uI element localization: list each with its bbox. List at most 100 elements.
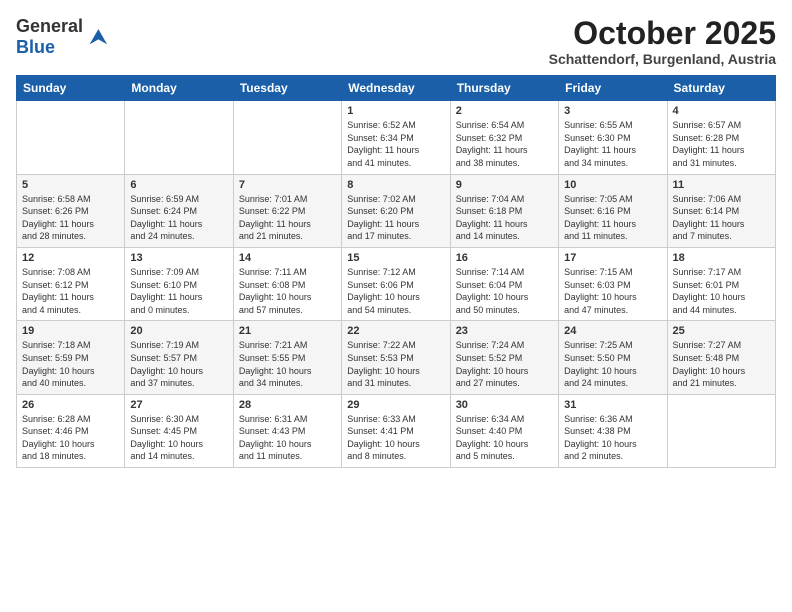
day-number: 8 <box>347 179 444 191</box>
day-info: Sunrise: 7:17 AM Sunset: 6:01 PM Dayligh… <box>673 266 770 316</box>
day-info: Sunrise: 7:27 AM Sunset: 5:48 PM Dayligh… <box>673 339 770 389</box>
title-area: October 2025 Schattendorf, Burgenland, A… <box>549 16 776 67</box>
day-number: 28 <box>239 399 336 411</box>
day-info: Sunrise: 6:36 AM Sunset: 4:38 PM Dayligh… <box>564 413 661 463</box>
calendar-cell: 19 Sunrise: 7:18 AM Sunset: 5:59 PM Dayli… <box>17 321 125 394</box>
calendar-cell: 14 Sunrise: 7:11 AM Sunset: 6:08 PM Dayli… <box>233 247 341 320</box>
calendar-cell: 11Sunrise: 7:06 AM Sunset: 6:14 PM Dayli… <box>667 174 775 247</box>
day-info: Sunrise: 7:18 AM Sunset: 5:59 PM Dayligh… <box>22 339 119 389</box>
day-info: Sunrise: 7:01 AM Sunset: 6:22 PM Dayligh… <box>239 193 336 243</box>
calendar-cell: 9Sunrise: 7:04 AM Sunset: 6:18 PM Daylig… <box>450 174 558 247</box>
calendar-cell: 4 Sunrise: 6:57 AM Sunset: 6:28 PM Daylig… <box>667 101 775 174</box>
calendar-cell: 29 Sunrise: 6:33 AM Sunset: 4:41 PM Dayli… <box>342 394 450 467</box>
calendar-cell: 27 Sunrise: 6:30 AM Sunset: 4:45 PM Dayli… <box>125 394 233 467</box>
day-number: 17 <box>564 252 661 264</box>
day-info: Sunrise: 6:58 AM Sunset: 6:26 PM Dayligh… <box>22 193 119 243</box>
day-info: Sunrise: 7:15 AM Sunset: 6:03 PM Dayligh… <box>564 266 661 316</box>
day-info: Sunrise: 7:24 AM Sunset: 5:52 PM Dayligh… <box>456 339 553 389</box>
calendar-cell: 23 Sunrise: 7:24 AM Sunset: 5:52 PM Dayli… <box>450 321 558 394</box>
logo: General Blue ⮝ <box>16 16 108 58</box>
weekday-header-friday: Friday <box>559 76 667 101</box>
day-info: Sunrise: 7:11 AM Sunset: 6:08 PM Dayligh… <box>239 266 336 316</box>
day-info: Sunrise: 7:22 AM Sunset: 5:53 PM Dayligh… <box>347 339 444 389</box>
calendar-cell <box>667 394 775 467</box>
weekday-header-wednesday: Wednesday <box>342 76 450 101</box>
day-info: Sunrise: 7:08 AM Sunset: 6:12 PM Dayligh… <box>22 266 119 316</box>
calendar-cell: 8 Sunrise: 7:02 AM Sunset: 6:20 PM Daylig… <box>342 174 450 247</box>
calendar-cell: 6 Sunrise: 6:59 AM Sunset: 6:24 PM Daylig… <box>125 174 233 247</box>
day-number: 13 <box>130 252 227 264</box>
weekday-header-tuesday: Tuesday <box>233 76 341 101</box>
calendar-cell: 25 Sunrise: 7:27 AM Sunset: 5:48 PM Dayli… <box>667 321 775 394</box>
logo-blue: Blue <box>16 37 55 57</box>
logo-bird-icon: ⮝ <box>89 24 108 50</box>
day-info: Sunrise: 7:04 AM Sunset: 6:18 PM Dayligh… <box>456 193 553 243</box>
day-number: 12 <box>22 252 119 264</box>
calendar-cell: 7 Sunrise: 7:01 AM Sunset: 6:22 PM Daylig… <box>233 174 341 247</box>
week-row-5: 26Sunrise: 6:28 AM Sunset: 4:46 PM Dayli… <box>17 394 776 467</box>
calendar-cell <box>233 101 341 174</box>
day-info: Sunrise: 7:19 AM Sunset: 5:57 PM Dayligh… <box>130 339 227 389</box>
calendar-cell: 15Sunrise: 7:12 AM Sunset: 6:06 PM Dayli… <box>342 247 450 320</box>
day-number: 16 <box>456 252 553 264</box>
location-title: Schattendorf, Burgenland, Austria <box>549 51 776 67</box>
day-number: 2 <box>456 105 553 117</box>
calendar-cell: 26Sunrise: 6:28 AM Sunset: 4:46 PM Dayli… <box>17 394 125 467</box>
day-number: 21 <box>239 325 336 337</box>
day-number: 7 <box>239 179 336 191</box>
day-info: Sunrise: 6:31 AM Sunset: 4:43 PM Dayligh… <box>239 413 336 463</box>
day-info: Sunrise: 7:21 AM Sunset: 5:55 PM Dayligh… <box>239 339 336 389</box>
day-number: 1 <box>347 105 444 117</box>
calendar-table: SundayMondayTuesdayWednesdayThursdayFrid… <box>16 75 776 468</box>
day-number: 4 <box>673 105 770 117</box>
logo-general: General <box>16 16 83 36</box>
calendar-cell: 30 Sunrise: 6:34 AM Sunset: 4:40 PM Dayli… <box>450 394 558 467</box>
day-number: 5 <box>22 179 119 191</box>
week-row-3: 12 Sunrise: 7:08 AM Sunset: 6:12 PM Dayli… <box>17 247 776 320</box>
calendar-cell: 16 Sunrise: 7:14 AM Sunset: 6:04 PM Dayli… <box>450 247 558 320</box>
day-info: Sunrise: 6:57 AM Sunset: 6:28 PM Dayligh… <box>673 119 770 169</box>
weekday-header-monday: Monday <box>125 76 233 101</box>
weekday-header-sunday: Sunday <box>17 76 125 101</box>
day-info: Sunrise: 7:05 AM Sunset: 6:16 PM Dayligh… <box>564 193 661 243</box>
day-number: 29 <box>347 399 444 411</box>
day-number: 6 <box>130 179 227 191</box>
day-info: Sunrise: 6:30 AM Sunset: 4:45 PM Dayligh… <box>130 413 227 463</box>
day-number: 30 <box>456 399 553 411</box>
day-number: 25 <box>673 325 770 337</box>
calendar-cell: 3 Sunrise: 6:55 AM Sunset: 6:30 PM Daylig… <box>559 101 667 174</box>
calendar-cell: 21 Sunrise: 7:21 AM Sunset: 5:55 PM Dayli… <box>233 321 341 394</box>
page-header: General Blue ⮝ October 2025 Schattendorf… <box>16 16 776 67</box>
day-info: Sunrise: 7:14 AM Sunset: 6:04 PM Dayligh… <box>456 266 553 316</box>
day-number: 23 <box>456 325 553 337</box>
calendar-cell: 24Sunrise: 7:25 AM Sunset: 5:50 PM Dayli… <box>559 321 667 394</box>
day-info: Sunrise: 6:33 AM Sunset: 4:41 PM Dayligh… <box>347 413 444 463</box>
calendar-cell: 13 Sunrise: 7:09 AM Sunset: 6:10 PM Dayli… <box>125 247 233 320</box>
calendar-cell: 1Sunrise: 6:52 AM Sunset: 6:34 PM Daylig… <box>342 101 450 174</box>
day-info: Sunrise: 7:09 AM Sunset: 6:10 PM Dayligh… <box>130 266 227 316</box>
weekday-header-thursday: Thursday <box>450 76 558 101</box>
week-row-4: 19 Sunrise: 7:18 AM Sunset: 5:59 PM Dayli… <box>17 321 776 394</box>
day-number: 24 <box>564 325 661 337</box>
day-number: 19 <box>22 325 119 337</box>
day-number: 27 <box>130 399 227 411</box>
day-number: 11 <box>673 179 770 191</box>
calendar-cell: 31Sunrise: 6:36 AM Sunset: 4:38 PM Dayli… <box>559 394 667 467</box>
calendar-cell: 2Sunrise: 6:54 AM Sunset: 6:32 PM Daylig… <box>450 101 558 174</box>
day-number: 14 <box>239 252 336 264</box>
weekday-header-row: SundayMondayTuesdayWednesdayThursdayFrid… <box>17 76 776 101</box>
day-number: 3 <box>564 105 661 117</box>
calendar-cell: 22Sunrise: 7:22 AM Sunset: 5:53 PM Dayli… <box>342 321 450 394</box>
day-number: 10 <box>564 179 661 191</box>
day-info: Sunrise: 6:55 AM Sunset: 6:30 PM Dayligh… <box>564 119 661 169</box>
month-title: October 2025 <box>549 16 776 51</box>
calendar-cell: 12 Sunrise: 7:08 AM Sunset: 6:12 PM Dayli… <box>17 247 125 320</box>
day-info: Sunrise: 7:02 AM Sunset: 6:20 PM Dayligh… <box>347 193 444 243</box>
calendar-cell: 17 Sunrise: 7:15 AM Sunset: 6:03 PM Dayli… <box>559 247 667 320</box>
day-info: Sunrise: 7:12 AM Sunset: 6:06 PM Dayligh… <box>347 266 444 316</box>
calendar-cell <box>17 101 125 174</box>
week-row-2: 5 Sunrise: 6:58 AM Sunset: 6:26 PM Daylig… <box>17 174 776 247</box>
day-number: 18 <box>673 252 770 264</box>
day-info: Sunrise: 6:59 AM Sunset: 6:24 PM Dayligh… <box>130 193 227 243</box>
day-info: Sunrise: 6:34 AM Sunset: 4:40 PM Dayligh… <box>456 413 553 463</box>
